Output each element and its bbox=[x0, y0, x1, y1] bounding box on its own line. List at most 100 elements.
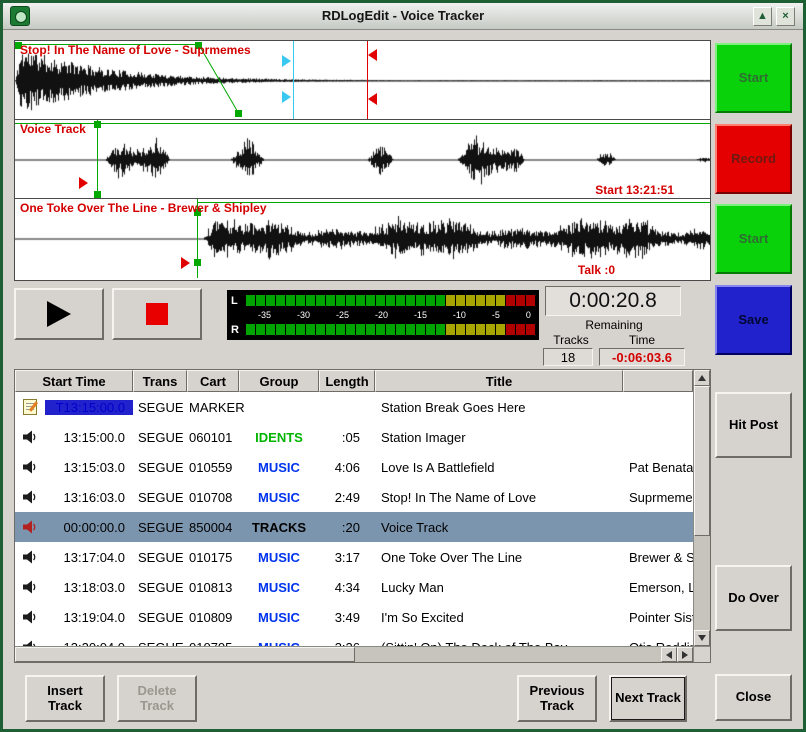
log-row[interactable]: 13:20:04.0 SEGUE 010705 MUSIC 3:26 (Sitt… bbox=[15, 632, 693, 646]
playhead-marker[interactable] bbox=[282, 91, 291, 103]
log-row[interactable]: 13:16:03.0 SEGUE 010708 MUSIC 2:49 Stop!… bbox=[15, 482, 693, 512]
meter-segment bbox=[316, 295, 325, 306]
col-start-time[interactable]: Start Time bbox=[15, 370, 133, 392]
cell-trans: SEGUE bbox=[133, 610, 187, 625]
row-icon bbox=[15, 519, 45, 535]
log-row[interactable]: 13:15:03.0 SEGUE 010559 MUSIC 4:06 Love … bbox=[15, 452, 693, 482]
end-marker[interactable] bbox=[368, 93, 377, 105]
speaker-icon bbox=[22, 609, 38, 625]
cell-cart: 010813 bbox=[187, 580, 239, 595]
meter-segment bbox=[406, 324, 415, 335]
right-arrow-icon bbox=[682, 651, 688, 659]
meter-scale-tick: 0 bbox=[526, 310, 531, 320]
cell-start-time: 13:15:00.0 bbox=[45, 430, 133, 445]
meter-segment bbox=[466, 324, 475, 335]
waveform-track-2[interactable]: Voice Track Start 13:21:51 bbox=[15, 120, 710, 199]
cell-artist: Pointer Sisters bbox=[623, 610, 693, 625]
col-title[interactable]: Title bbox=[375, 370, 623, 392]
segue-marker[interactable] bbox=[79, 177, 88, 189]
meter-segment bbox=[506, 295, 515, 306]
meter-segment bbox=[446, 295, 455, 306]
close-button[interactable]: Close bbox=[715, 674, 792, 721]
vertical-scrollbar[interactable] bbox=[693, 370, 710, 646]
close-icon[interactable]: × bbox=[776, 7, 795, 26]
remaining-label: Remaining bbox=[543, 318, 685, 332]
track-start-handle[interactable] bbox=[194, 259, 201, 266]
meter-segment bbox=[336, 295, 345, 306]
meter-scale-tick: -5 bbox=[492, 310, 500, 320]
start-track3-button[interactable]: Start bbox=[715, 204, 792, 274]
stop-button[interactable] bbox=[112, 288, 202, 340]
playhead-marker[interactable] bbox=[282, 55, 291, 67]
play-button[interactable] bbox=[14, 288, 104, 340]
cell-artist: Pat Benatar bbox=[623, 460, 693, 475]
cell-length: 3:49 bbox=[319, 610, 375, 625]
log-row[interactable]: 13:15:00.0 SEGUE 060101 IDENTS :05 Stati… bbox=[15, 422, 693, 452]
tracks-remaining-value: 18 bbox=[543, 348, 593, 366]
next-track-button[interactable]: Next Track bbox=[609, 675, 687, 722]
meter-segment bbox=[266, 324, 275, 335]
meter-segment bbox=[406, 295, 415, 306]
horizontal-scrollbar[interactable] bbox=[15, 646, 693, 662]
cell-group: MUSIC bbox=[239, 610, 319, 625]
log-row[interactable]: 13:19:04.0 SEGUE 010809 MUSIC 3:49 I'm S… bbox=[15, 602, 693, 632]
start-track1-button[interactable]: Start bbox=[715, 43, 792, 113]
cell-length: 2:49 bbox=[319, 490, 375, 505]
meter-right-label: R bbox=[231, 324, 244, 336]
meter-scale-tick: -30 bbox=[297, 310, 310, 320]
previous-track-button[interactable]: Previous Track bbox=[517, 675, 597, 722]
scroll-down-button[interactable] bbox=[694, 630, 710, 646]
window-title: RDLogEdit - Voice Tracker bbox=[3, 8, 803, 23]
end-marker[interactable] bbox=[368, 49, 377, 61]
shade-button[interactable]: ▲ bbox=[753, 7, 772, 26]
scrollbar-corner bbox=[693, 646, 710, 662]
audio-meter: L -35-30-25-20-15-10-50 R bbox=[227, 290, 539, 340]
track-title: One Toke Over The Line - Brewer & Shiple… bbox=[20, 201, 267, 215]
log-row[interactable]: 13:17:04.0 SEGUE 010175 MUSIC 3:17 One T… bbox=[15, 542, 693, 572]
cell-title: Voice Track bbox=[375, 520, 623, 535]
meter-segment bbox=[456, 324, 465, 335]
col-length[interactable]: Length bbox=[319, 370, 375, 392]
delete-track-button[interactable]: Delete Track bbox=[117, 675, 197, 722]
col-cart[interactable]: Cart bbox=[187, 370, 239, 392]
scroll-right-button[interactable] bbox=[677, 647, 693, 662]
do-over-button[interactable]: Do Over bbox=[715, 565, 792, 631]
scroll-left-button[interactable] bbox=[661, 647, 677, 662]
cell-start-time: 00:00:00.0 bbox=[45, 520, 133, 535]
horizontal-scroll-thumb[interactable] bbox=[15, 647, 355, 662]
cell-title: Lucky Man bbox=[375, 580, 623, 595]
row-icon bbox=[15, 579, 45, 595]
save-button[interactable]: Save bbox=[715, 285, 792, 355]
scroll-up-button[interactable] bbox=[694, 370, 710, 386]
log-row[interactable]: 00:00:00.0 SEGUE 850004 TRACKS :20 Voice… bbox=[15, 512, 693, 542]
cell-cart: 010559 bbox=[187, 460, 239, 475]
meter-segment bbox=[456, 295, 465, 306]
record-button[interactable]: Record bbox=[715, 124, 792, 194]
log-row[interactable]: 13:18:03.0 SEGUE 010813 MUSIC 4:34 Lucky… bbox=[15, 572, 693, 602]
hit-post-button[interactable]: Hit Post bbox=[715, 392, 792, 458]
col-artist[interactable] bbox=[623, 370, 693, 392]
log-table: Start Time Trans Cart Group Length Title… bbox=[14, 369, 711, 663]
segue-marker[interactable] bbox=[181, 257, 190, 269]
waveform-track-1[interactable]: Stop! In The Name of Love - Suprmemes bbox=[15, 41, 710, 120]
speaker-icon bbox=[22, 459, 38, 475]
waveform-track-3[interactable]: One Toke Over The Line - Brewer & Shiple… bbox=[15, 199, 710, 278]
col-trans[interactable]: Trans bbox=[133, 370, 187, 392]
meter-segment bbox=[336, 324, 345, 335]
cell-group: MUSIC bbox=[239, 490, 319, 505]
titlebar[interactable]: RDLogEdit - Voice Tracker ▲ × bbox=[3, 3, 803, 30]
cell-trans: SEGUE bbox=[133, 550, 187, 565]
meter-segment bbox=[256, 295, 265, 306]
meter-segment bbox=[256, 324, 265, 335]
log-row[interactable]: T13:15:00.0 SEGUE MARKER Station Break G… bbox=[15, 392, 693, 422]
col-group[interactable]: Group bbox=[239, 370, 319, 392]
track-start-handle[interactable] bbox=[94, 191, 101, 198]
vertical-scroll-thumb[interactable] bbox=[694, 386, 710, 536]
fade-end-handle[interactable] bbox=[235, 110, 242, 117]
meter-segment bbox=[276, 324, 285, 335]
track-start-handle[interactable] bbox=[94, 121, 101, 128]
log-header: Start Time Trans Cart Group Length Title bbox=[15, 370, 693, 392]
meter-segment bbox=[486, 324, 495, 335]
insert-track-button[interactable]: Insert Track bbox=[25, 675, 105, 722]
voice-tracker-window: RDLogEdit - Voice Tracker ▲ × Stop! In T… bbox=[0, 0, 806, 732]
